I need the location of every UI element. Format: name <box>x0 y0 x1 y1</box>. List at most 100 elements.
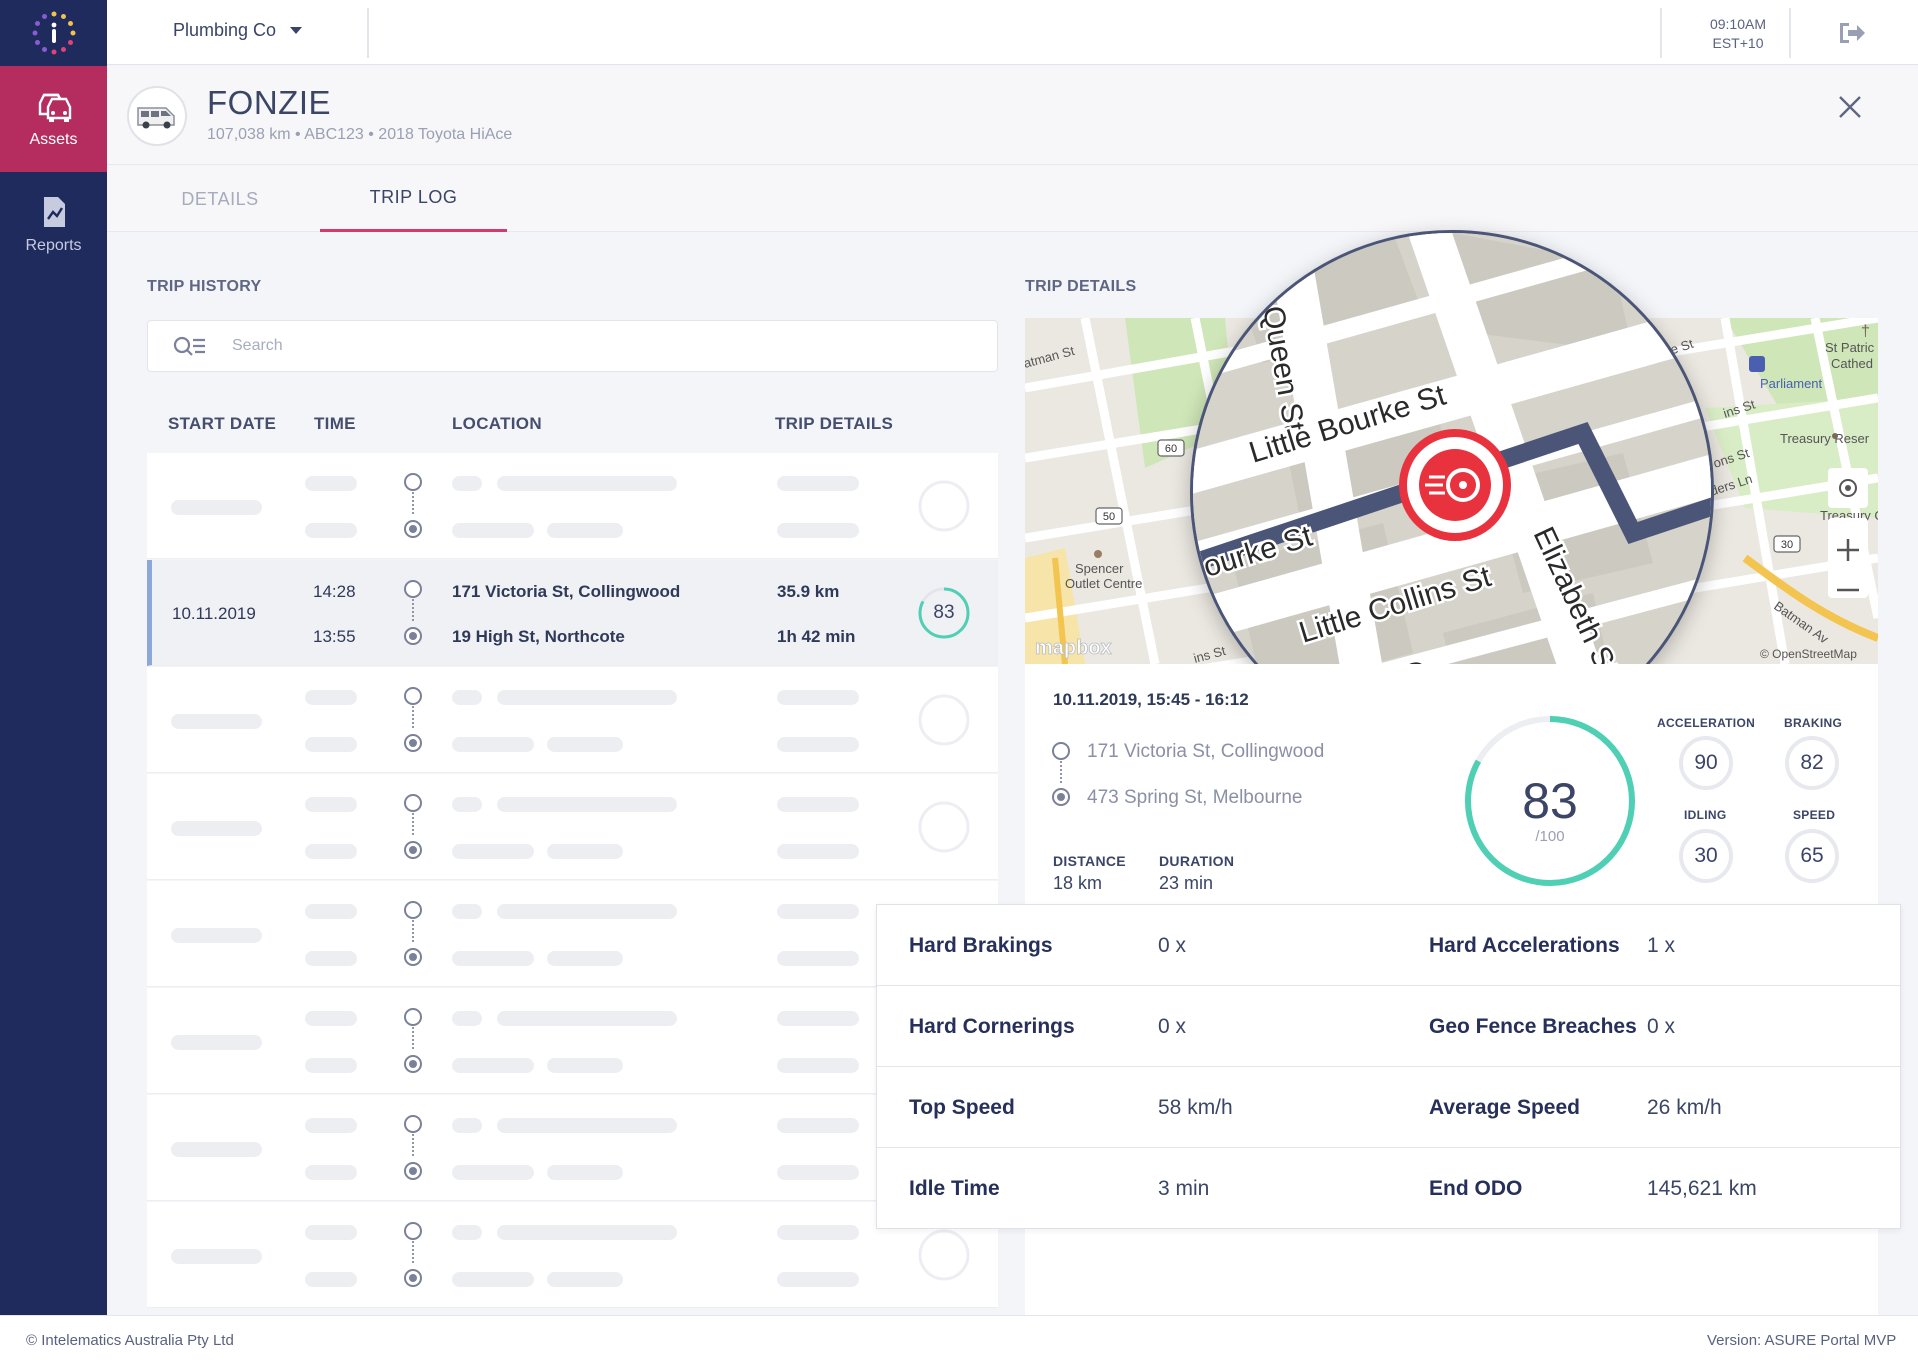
road-number: 30 <box>1781 539 1793 551</box>
svg-text:Parliament: Parliament <box>1760 376 1823 391</box>
divider <box>1789 8 1791 58</box>
search-input[interactable] <box>232 321 972 371</box>
trip-history-title: TRIP HISTORY <box>147 278 262 295</box>
metric-label-acceleration: ACCELERATION <box>1657 716 1756 730</box>
trip-row-placeholder[interactable] <box>147 1202 998 1308</box>
stat-value: 0 x <box>1158 934 1187 957</box>
trip-list: 10.11.2019 14:28 13:55 171 Victoria St, … <box>147 453 998 1315</box>
metric-speed: 65 <box>1785 829 1839 883</box>
trip-row-placeholder[interactable] <box>147 453 998 559</box>
stat-label: Top Speed <box>909 1096 1015 1119</box>
stats-row: Hard Brakings 0 x Hard Accelerations 1 x <box>877 905 1900 986</box>
stat-value: 0 x <box>1158 1015 1187 1038</box>
trip-duration: 1h 42 min <box>777 627 856 646</box>
metric-label-braking: BRAKING <box>1784 716 1843 730</box>
metric-acceleration: 90 <box>1679 736 1733 790</box>
company-selector[interactable]: Plumbing Co <box>173 20 303 41</box>
trip-from: 171 Victoria St, Collingwood <box>452 582 681 601</box>
trip-date: 10.11.2019 <box>172 604 256 623</box>
app-window: Assets Reports Plumbing Co 09:10AM EST+1… <box>0 0 1918 1364</box>
asset-header: FONZIE 107,038 km • ABC123 • 2018 Toyota… <box>107 66 1918 165</box>
svg-text:Cathed: Cathed <box>1831 356 1873 371</box>
detail-from: 171 Victoria St, Collingwood <box>1087 741 1325 762</box>
divider <box>1660 8 1662 58</box>
car-icon <box>38 93 71 122</box>
report-icon <box>43 197 65 227</box>
stat-value: 26 km/h <box>1647 1096 1722 1119</box>
chevron-down-icon <box>290 27 303 34</box>
road-number: 50 <box>1103 511 1115 523</box>
end-point-icon <box>404 627 422 645</box>
column-header-start-date[interactable]: START DATE <box>168 414 276 434</box>
trip-to: 19 High St, Northcote <box>452 627 625 646</box>
trip-start-time: 14:28 <box>313 582 356 601</box>
svg-text:St Patric: St Patric <box>1825 340 1875 355</box>
map-attribution: © OpenStreetMap <box>1760 647 1857 661</box>
svg-text:Outlet Centre: Outlet Centre <box>1065 576 1142 591</box>
stat-label: Geo Fence Breaches <box>1429 1015 1637 1038</box>
clock-timezone: EST+10 <box>1712 35 1764 51</box>
duration-label: DURATION <box>1159 853 1235 869</box>
stat-label: End ODO <box>1429 1177 1523 1200</box>
metric-idling: 30 <box>1679 829 1733 883</box>
metric-label-idling: IDLING <box>1684 808 1727 822</box>
trip-details-title: TRIP DETAILS <box>1025 278 1137 295</box>
stat-label: Hard Accelerations <box>1429 934 1620 957</box>
metric-braking: 82 <box>1785 736 1839 790</box>
score-max: /100 <box>1535 828 1565 845</box>
start-point-icon <box>404 580 422 598</box>
sidebar: Assets Reports <box>0 0 107 1315</box>
sidebar-item-label: Reports <box>25 237 82 254</box>
road-number: 60 <box>1165 443 1177 455</box>
distance-value: 18 km <box>1053 873 1103 893</box>
top-bar: Plumbing Co 09:10AM EST+10 <box>107 0 1918 65</box>
svg-text:Treasury Reser: Treasury Reser <box>1780 431 1870 446</box>
trip-row-placeholder[interactable] <box>147 667 998 773</box>
detail-to: 473 Spring St, Melbourne <box>1087 787 1303 808</box>
metric-label-speed: SPEED <box>1793 808 1836 822</box>
stat-label: Idle Time <box>909 1177 1000 1200</box>
clock: 09:10AM EST+10 <box>1689 15 1787 53</box>
logout-icon[interactable] <box>1837 20 1867 46</box>
score-value: 83 <box>1522 773 1578 829</box>
stat-label: Average Speed <box>1429 1096 1580 1119</box>
sidebar-item-assets[interactable]: Assets <box>0 66 107 172</box>
trip-stats-table: Hard Brakings 0 x Hard Accelerations 1 x… <box>876 904 1901 1229</box>
trip-score: 83 <box>933 602 955 623</box>
column-header-trip-details[interactable]: TRIP DETAILS <box>775 414 893 434</box>
trip-row-placeholder[interactable] <box>147 988 998 1094</box>
asset-meta: 107,038 km • ABC123 • 2018 Toyota HiAce <box>207 126 513 143</box>
stat-value: 58 km/h <box>1158 1096 1233 1119</box>
sidebar-item-reports[interactable]: Reports <box>0 172 107 278</box>
copyright-text: © Intelematics Australia Pty Ltd <box>26 1332 234 1349</box>
close-icon[interactable] <box>1835 92 1865 122</box>
trip-row-placeholder[interactable] <box>147 881 998 987</box>
column-header-time[interactable]: TIME <box>314 414 356 434</box>
stats-row: Hard Cornerings 0 x Geo Fence Breaches 0… <box>877 986 1900 1067</box>
tab-bar: DETAILS TRIP LOG <box>107 166 1918 232</box>
distance-label: DISTANCE <box>1053 853 1126 869</box>
vehicle-avatar <box>127 86 187 146</box>
search-filter-icon <box>173 336 205 356</box>
stats-row: Idle Time 3 min End ODO 145,621 km <box>877 1148 1900 1229</box>
stat-value: 0 x <box>1647 1015 1676 1038</box>
trip-search[interactable] <box>147 320 998 372</box>
company-name: Plumbing Co <box>173 20 277 40</box>
stat-value: 145,621 km <box>1647 1177 1757 1200</box>
column-header-location[interactable]: LOCATION <box>452 414 542 434</box>
trip-datetime: 10.11.2019, 15:45 - 16:12 <box>1053 690 1249 709</box>
footer: © Intelematics Australia Pty Ltd Version… <box>0 1315 1918 1364</box>
tab-details[interactable]: DETAILS <box>157 166 283 232</box>
map-controls <box>1828 468 1868 598</box>
app-logo[interactable] <box>0 0 107 66</box>
logo-icon <box>32 11 75 55</box>
stat-label: Hard Cornerings <box>909 1015 1075 1038</box>
svg-text:†: † <box>1861 323 1870 340</box>
svg-text:Spencer: Spencer <box>1075 561 1124 576</box>
version-text: Version: ASURE Portal MVP <box>1707 1332 1897 1349</box>
trip-row-selected[interactable]: 10.11.2019 14:28 13:55 171 Victoria St, … <box>147 560 998 666</box>
mapbox-logo: mapbox <box>1035 637 1112 659</box>
tab-trip-log[interactable]: TRIP LOG <box>320 166 507 232</box>
trip-row-placeholder[interactable] <box>147 1095 998 1201</box>
trip-row-placeholder[interactable] <box>147 774 998 880</box>
